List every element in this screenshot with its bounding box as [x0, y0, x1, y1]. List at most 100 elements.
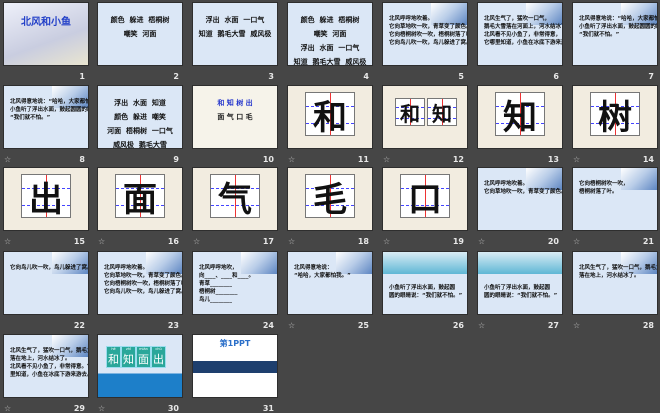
slide-thumbnail[interactable]: 浮出 水面 一口气 知道 鹅毛大雪 威风极: [192, 2, 278, 66]
slide-thumbnail[interactable]: 浮出 水面 知道 颜色 躲进 嘲笑 河面 梧桐树 一口气 威风极 鹅毛大雪: [97, 85, 183, 149]
animation-icon[interactable]: ☆: [288, 321, 295, 330]
brand-logo: 第1PPT: [219, 339, 251, 348]
character: 毛: [313, 179, 347, 220]
slide-thumbnail[interactable]: 北风呼呼地吹着。它向草地吹一吹，青草变了颜色。它向梧桐树吹一吹，梧桐树落了叶。它…: [97, 251, 183, 315]
slide-thumbnail[interactable]: 树: [572, 85, 658, 149]
slide-thumbnail[interactable]: 小鱼听了浮出水面，鼓起圆 圆的眼睛说：“我们就不怕。”: [477, 251, 563, 315]
character-grid: 和: [395, 98, 425, 126]
slide-thumbnail[interactable]: 北风得意地说：“哈哈，大家都怕我。” 小鱼听了浮出水面，鼓起圆圆的眼睛说： “我们就…: [3, 85, 89, 149]
character-grid: 树: [590, 92, 640, 138]
slide-number: 11: [357, 155, 369, 164]
word-line: 嘲笑 河面: [313, 30, 347, 38]
text-line: 梧桐树________: [199, 289, 238, 295]
animation-icon[interactable]: ☆: [4, 155, 11, 164]
word-line: 颜色 躲进 嘲笑: [114, 113, 166, 121]
slide-thumbnail[interactable]: 知: [477, 85, 563, 149]
text-line: “哈哈，大家都怕我。”: [294, 273, 351, 279]
animation-icon[interactable]: ☆: [573, 155, 580, 164]
slide-thumbnail[interactable]: 北风得意地说：“哈哈，大家都怕我。” 小鱼听了浮出水面，鼓起圆圆的眼睛说： “我们就…: [572, 2, 658, 66]
text-line: “我们就不怕。”: [10, 115, 51, 121]
slide-thumbnail[interactable]: 北风生气了，猛吹一口气，鹅毛大雪落在地上，河水结冰了。北风看不见小鱼了，非常得意…: [3, 334, 89, 398]
slide-number: 12: [452, 155, 464, 164]
slide-text: 小鱼听了浮出水面，鼓起圆 圆的眼睛说：“我们就不怕。”: [484, 284, 558, 300]
word-line: 知道 鹅毛大雪 威风极: [198, 30, 272, 38]
word-line: 知道 鹅毛大雪 威风极: [293, 58, 367, 66]
slide-thumbnail[interactable]: 北风呼呼地吹着。 它向草地吹一吹，青草变了颜色。: [477, 167, 563, 231]
slide-number: 30: [167, 404, 179, 413]
slide-number: 10: [262, 155, 274, 164]
animation-icon[interactable]: ☆: [193, 237, 200, 246]
text-line: 北风看不见小鱼了，非常得意，: [484, 32, 562, 38]
slide-words: 颜色 躲进 梧桐树 嘲笑 河面 浮出 水面 一口气 知道 鹅毛大雪 威风极: [288, 13, 372, 66]
slide-number: 14: [642, 155, 654, 164]
slide-thumbnail[interactable]: 和: [287, 85, 373, 149]
slide-text: 北风生气了，猛吹一口气，鹅毛大雪落在地上，河水结冰了。: [579, 264, 657, 280]
text-line: 它向鸟儿吹一吹，鸟儿躲进了窝。: [389, 40, 468, 46]
text-line: 北风呼呼地吹着。: [389, 16, 434, 22]
text-line: 它向鸟儿吹一吹，鸟儿躲进了窝。: [104, 289, 183, 295]
slide-thumbnail[interactable]: hé 和 zhī 知 miàn 面 chū 出: [97, 334, 183, 398]
fish-picture: [383, 252, 467, 274]
animation-icon[interactable]: ☆: [288, 155, 295, 164]
text-line: 北风生气了，猛吹一口气，鹅毛大雪: [10, 348, 88, 354]
text-line: 青草________: [199, 281, 233, 287]
slide-thumbnail[interactable]: 口: [382, 167, 468, 231]
slide-thumbnail[interactable]: 和 知 树 出面 气 口 毛: [192, 85, 278, 149]
slide-number: 15: [73, 237, 85, 246]
slide-thumbnail[interactable]: 北风和小鱼: [3, 2, 89, 66]
slide-thumbnail[interactable]: 它向鸟儿吹一吹，鸟儿躲进了窝。: [3, 251, 89, 315]
slide-thumbnail[interactable]: 小鱼听了浮出水面，鼓起圆圆的眼睛说：“我们就不怕。”: [382, 251, 468, 315]
slide-thumbnail[interactable]: 北风生气了，猛吹一口气，鹅毛大雪落在地上，河水结冰了。: [572, 251, 658, 315]
character-grid: 面: [115, 174, 165, 220]
slide-thumbnail[interactable]: 面: [97, 167, 183, 231]
word-line: 浮出 水面 知道: [114, 99, 166, 107]
slide-thumbnail[interactable]: 颜色 躲进 梧桐树 嘲笑 河面: [97, 2, 183, 66]
slide-thumbnail[interactable]: 气: [192, 167, 278, 231]
slide-number: 13: [547, 155, 559, 164]
animation-icon[interactable]: ☆: [4, 237, 11, 246]
word-line: 嘲笑 河面: [123, 30, 157, 38]
character: 树: [598, 97, 632, 138]
character: 和: [108, 353, 119, 366]
slide-thumbnail[interactable]: 北风生气了，猛吹一口气， 鹅毛大雪落在河面上，河水结冰了。北风看不见小鱼了，非常得…: [477, 2, 563, 66]
animation-icon[interactable]: ☆: [383, 155, 390, 164]
slide-thumbnail[interactable]: 毛: [287, 167, 373, 231]
slide-thumbnail[interactable]: 北风得意地说： “哈哈，大家都怕我。”: [287, 251, 373, 315]
word-line: 浮出 水面 一口气: [300, 44, 360, 52]
text-line: 小鱼听了浮出水面，鼓起圆: [389, 285, 456, 291]
animation-icon[interactable]: ☆: [98, 404, 105, 413]
character: 气: [218, 179, 252, 220]
character: 面: [138, 353, 149, 366]
slide-thumbnail[interactable]: 它向梧桐树吹一吹， 梧桐树落了叶。: [572, 167, 658, 231]
slide-number: 17: [262, 237, 274, 246]
text-line: 北风生气了，猛吹一口气，: [484, 16, 551, 22]
slide-thumbnail[interactable]: 颜色 躲进 梧桐树 嘲笑 河面 浮出 水面 一口气 知道 鹅毛大雪 威风极: [287, 2, 373, 66]
slide-text: 北风呼呼地吹着。它向草地吹一吹，青草变了颜色。它向梧桐树吹一吹，梧桐树落了叶。它…: [104, 264, 183, 296]
animation-icon[interactable]: ☆: [4, 404, 11, 413]
animation-icon[interactable]: ☆: [478, 237, 485, 246]
text-line: 鸟儿________: [199, 297, 233, 303]
animation-icon[interactable]: ☆: [478, 321, 485, 330]
slide-number: 21: [642, 237, 654, 246]
animation-icon[interactable]: ☆: [573, 237, 580, 246]
slide-thumbnail[interactable]: 出: [3, 167, 89, 231]
character: 知: [503, 97, 537, 138]
slide-text: 北风呼呼地吹， 向____、____和____。 青草________ 梧桐树____…: [199, 264, 273, 304]
text-line: 它向草地吹一吹，青草变了颜色。: [484, 189, 563, 195]
slide-words: 颜色 躲进 梧桐树 嘲笑 河面: [98, 13, 182, 41]
slide-number: 27: [547, 321, 559, 330]
text-line: 圆的眼睛说：“我们就不怕。”: [389, 293, 463, 299]
slide-thumbnail[interactable]: 和知: [382, 85, 468, 149]
slide-thumbnail[interactable]: 北风呼呼地吹， 向____、____和____。 青草________ 梧桐树____…: [192, 251, 278, 315]
text-line: 北风呼呼地吹着。: [104, 265, 149, 271]
character-grid: 气: [210, 174, 260, 220]
word-line: 颜色 躲进 梧桐树: [110, 16, 170, 24]
slide-thumbnail[interactable]: 第1PPT: [192, 334, 278, 398]
slide-text: 北风呼呼地吹着。 它向草地吹一吹，青草变了颜色。: [484, 180, 563, 196]
slide-thumbnail[interactable]: 北风呼呼地吹着。它向草地吹一吹，青草变了颜色。它向梧桐树吹一吹，梧桐树落了叶。它…: [382, 2, 468, 66]
animation-icon[interactable]: ☆: [383, 237, 390, 246]
slide-number: 9: [173, 155, 179, 164]
animation-icon[interactable]: ☆: [573, 321, 580, 330]
animation-icon[interactable]: ☆: [98, 237, 105, 246]
animation-icon[interactable]: ☆: [288, 237, 295, 246]
